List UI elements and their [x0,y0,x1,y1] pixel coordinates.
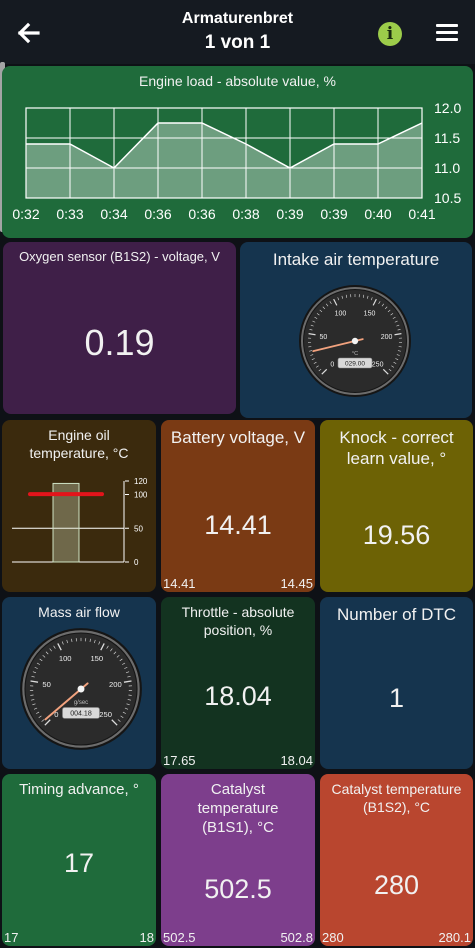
gauge-unit-label: g/sec [74,700,88,706]
gauge-hub [77,685,85,693]
tile-title: Battery voltage, V [170,428,306,447]
knock-learn-tile[interactable]: Knock - correct learn value, ° 19.56 [320,420,473,592]
tile-max-value: 280.1 [438,930,471,945]
x-tick-label: 0:38 [232,206,259,222]
bar-tick-label: 0 [134,558,139,567]
bar-tick-label: 120 [134,477,148,486]
tile-title: Intake air temperature [272,250,440,269]
hamburger-menu-icon [436,24,458,41]
info-button[interactable]: i [378,22,402,46]
tile-title: Throttle - absolute position, % [181,604,295,638]
gauge-readout: 004.18 [70,711,92,718]
title-block: Armaturenbret 1 von 1 [120,10,355,54]
x-tick-label: 0:33 [56,206,83,222]
gauge-readout: 029.00 [345,361,365,368]
y-tick-label: 10.5 [434,190,461,206]
gauge-tick-label: 100 [59,654,72,663]
gauge-tick-label: 150 [364,310,376,317]
gauge-tick-label: 50 [42,680,50,689]
tile-title: Number of DTC [336,605,457,624]
gauge-tick-label: 250 [99,710,112,719]
dtc-count-tile[interactable]: Number of DTC 1 [320,597,473,769]
tile-value: 14.41 [204,510,272,540]
tile-value: 17 [63,848,95,878]
gauge-tick-label: 250 [372,362,384,369]
tile-min-value: 17 [4,930,19,945]
y-tick-label: 11.5 [434,130,460,146]
engine-load-tile[interactable]: Engine load - absolute value, % 12.0 11.5… [2,66,473,238]
tile-title: Oxygen sensor (B1S2) - voltage, V [19,249,220,264]
back-button[interactable] [12,18,46,48]
tile-title: Knock - correct learn value, ° [339,428,454,469]
y-tick-label: 11.0 [434,160,460,176]
bar-tick-label: 50 [134,524,143,533]
tile-value: 1 [388,683,405,713]
x-tick-label: 0:34 [100,206,127,222]
tile-max-value: 14.45 [280,576,313,591]
gauge-tick-label: 200 [109,680,122,689]
engine-oil-bar-gauge: 120 100 50 0 [12,477,148,567]
tile-max-value: 18.04 [280,753,313,768]
tile-max-value: 502.8 [280,930,313,945]
tile-value: 280 [373,870,420,900]
battery-voltage-tile[interactable]: Battery voltage, V 14.41 14.41 14.45 [161,420,315,592]
page-indicator: 1 von 1 [204,32,271,53]
x-tick-label: 0:36 [188,206,215,222]
gauge-tick-label: 50 [319,334,327,341]
intake-air-gauge: 0 50 100 150 200 250 °C 029.00 [299,285,411,397]
tile-min-value: 280 [322,930,344,945]
gauge-tick-label: 200 [381,334,393,341]
catalyst-b1s1-tile[interactable]: Catalyst temperature (B1S1), °C 502.5 50… [161,774,315,946]
gauge-tick-label: 150 [90,654,103,663]
tile-title: Catalyst temperature (B1S2), °C [331,781,462,815]
tile-value: 19.56 [362,520,431,550]
arrow-left-icon [17,22,40,44]
oxygen-sensor-tile[interactable]: Oxygen sensor (B1S2) - voltage, V 0.19 [3,242,236,414]
x-tick-label: 0:40 [364,206,391,222]
tile-value: 18.04 [204,681,272,711]
tile-max-value: 18 [139,930,154,945]
gauge-tick-label: 100 [335,310,347,317]
tile-value: 502.5 [204,874,272,904]
tile-min-value: 14.41 [163,576,196,591]
x-tick-label: 0:32 [12,206,39,222]
gauge-unit-label: °C [352,351,358,357]
bar-tick-label: 100 [134,491,148,500]
tile-min-value: 502.5 [163,930,196,945]
tile-title: Mass air flow [38,604,120,620]
tile-min-value: 17.65 [163,753,196,768]
x-tick-label: 0:39 [276,206,303,222]
mass-air-flow-tile[interactable]: Mass air flow 0 50 100 150 200 250 g/sec 004.18 [2,597,156,769]
menu-button[interactable] [436,24,458,44]
gauge-hub [351,337,359,345]
catalyst-b1s2-tile[interactable]: Catalyst temperature (B1S2), °C 280 280 … [320,774,473,946]
y-tick-label: 12.0 [434,100,461,116]
info-icon: i [386,24,394,44]
engine-oil-temp-tile[interactable]: Engine oil temperature, °C 120 100 50 0 [2,420,156,592]
x-tick-label: 0:41 [408,206,435,222]
timing-advance-tile[interactable]: Timing advance, ° 17 17 18 [2,774,156,946]
gauge-tick-label: 0 [330,362,334,369]
engine-load-chart: 12.0 11.5 11.0 10.5 0:32 0:33 0:34 0:36 0:36 0:38… [12,100,461,222]
x-tick-label: 0:39 [320,206,347,222]
intake-air-temp-tile[interactable]: Intake air temperature 0 50 100 150 200 250 °C… [240,242,472,418]
tile-value: 0.19 [84,322,155,363]
tile-title: Catalyst temperature (B1S1), °C [197,781,279,836]
x-tick-label: 0:36 [144,206,171,222]
top-app-bar: Armaturenbret 1 von 1 i [0,0,475,64]
mass-air-flow-gauge: 050100 150200250g/sec004.18 [20,628,142,750]
app-title: Armaturenbret [181,10,294,27]
throttle-position-tile[interactable]: Throttle - absolute position, % 18.04 17… [161,597,315,769]
tile-title: Timing advance, ° [19,781,139,798]
